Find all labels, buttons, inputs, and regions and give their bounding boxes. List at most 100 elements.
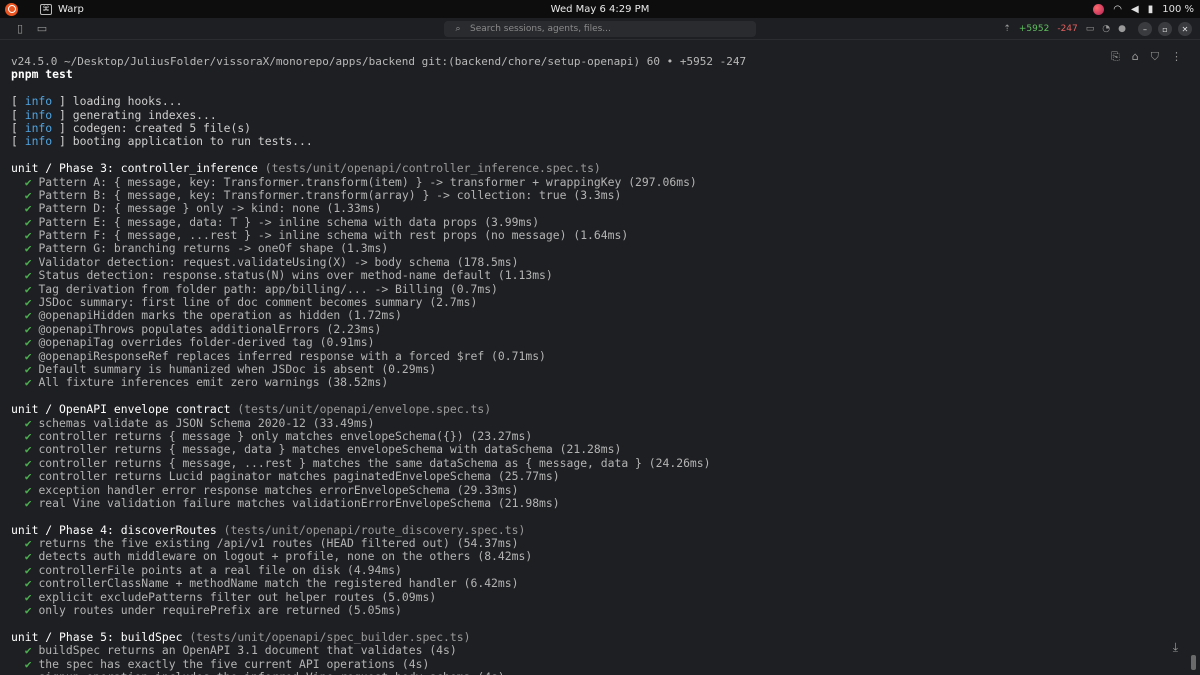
battery-level: 100 % [1162, 3, 1194, 15]
info-line: [ info ] loading hooks... [11, 94, 183, 109]
test-name: controller returns { message, data } mat… [38, 442, 622, 457]
check-icon: ✔ [24, 656, 32, 671]
scroll-to-bottom-icon[interactable]: ⤓ [1173, 640, 1178, 655]
test-name: detects auth middleware on logout + prof… [38, 549, 533, 564]
maximize-icon[interactable]: ▫ [1158, 22, 1172, 36]
test-row: ✔ Pattern F: { message, ...rest } -> inl… [11, 228, 746, 243]
test-name: controller returns { message, ...rest } … [38, 455, 711, 470]
shell-prompt: v24.5.0 ~/Desktop/JuliusFolder/vissoraX/… [11, 55, 747, 68]
close-icon[interactable]: ✕ [1178, 22, 1192, 36]
test-row: ✔ controller returns Lucid paginator mat… [11, 469, 746, 483]
check-icon: ✔ [24, 442, 32, 457]
scrollbar[interactable] [1191, 655, 1196, 670]
attach-icon[interactable]: ⎘ [1111, 50, 1120, 64]
command-line: pnpm test [11, 67, 73, 82]
system-tray[interactable]: ◠ ◀ ▮ 100 % [1093, 0, 1194, 18]
info-text: generating indexes... [72, 107, 217, 122]
test-name: @openapiTag overrides folder-derived tag… [38, 335, 375, 350]
diff-deletions[interactable]: -247 [1057, 24, 1077, 34]
check-icon: ✔ [24, 482, 32, 497]
test-row: ✔ Tag derivation from folder path: app/b… [11, 281, 746, 296]
bookmark-icon[interactable]: ⌂ [1132, 50, 1139, 64]
test-row: ✔ Pattern E: { message, data: T } -> inl… [11, 215, 746, 229]
test-name: real Vine validation failure matches val… [38, 495, 560, 510]
suite-file: (tests/unit/openapi/route_discovery.spec… [223, 522, 526, 537]
test-row: ✔ @openapiHidden marks the operation as … [11, 309, 746, 322]
app-name[interactable]: Warp [58, 4, 84, 15]
test-row: ✔ the spec has exactly the five current … [11, 656, 746, 671]
window-controls: – ▫ ✕ [1138, 22, 1192, 36]
test-row: ✔ only routes under requirePrefix are re… [11, 603, 746, 618]
test-name: explicit excludePatterns filter out help… [38, 589, 437, 604]
suite-file: (tests/unit/openapi/spec_builder.spec.ts… [189, 629, 471, 644]
check-icon: ✔ [24, 228, 32, 243]
test-row: ✔ Pattern G: branching returns -> oneOf … [11, 242, 746, 255]
search-input[interactable]: ⌕ Search sessions, agents, files... [444, 21, 756, 37]
info-line: [ info ] codegen: created 5 file(s) [11, 120, 252, 135]
account-avatar-icon[interactable] [1093, 3, 1105, 15]
wifi-icon[interactable]: ◠ [1113, 4, 1122, 15]
check-icon: ✔ [24, 562, 32, 577]
inbox-icon[interactable]: ▭ [1086, 24, 1095, 34]
test-name: Tag derivation from folder path: app/bil… [38, 281, 498, 296]
test-name: Pattern A: { message, key: Transformer.t… [38, 174, 697, 189]
check-icon: ✔ [24, 281, 32, 296]
more-options-icon[interactable]: ⋮ [1171, 50, 1182, 64]
ubuntu-logo-icon[interactable] [5, 2, 18, 16]
diff-additions[interactable]: +5952 [1019, 24, 1049, 34]
check-icon: ✔ [24, 187, 32, 202]
test-row: ✔ All fixture inferences emit zero warni… [11, 376, 746, 389]
test-name: exception handler error response matches… [38, 482, 519, 497]
test-name: @openapiThrows populates additionalError… [38, 321, 382, 336]
test-row: ✔ controller returns { message, data } m… [11, 443, 746, 456]
check-icon: ✔ [24, 428, 32, 443]
test-row: ✔ Validator detection: request.validateU… [11, 254, 746, 269]
info-tag: info [24, 107, 53, 122]
test-name: Default summary is humanized when JSDoc … [38, 361, 437, 376]
check-icon: ✔ [24, 549, 32, 564]
sidebar-toggle-icon[interactable]: ▯ [12, 22, 28, 35]
minimize-icon[interactable]: – [1138, 22, 1152, 36]
search-placeholder: Search sessions, agents, files... [470, 24, 611, 34]
test-name: controller returns { message } only matc… [38, 428, 533, 443]
test-name: @openapiHidden marks the operation as hi… [38, 308, 402, 323]
test-name: only routes under requirePrefix are retu… [38, 603, 402, 618]
check-icon: ✔ [24, 589, 32, 604]
test-row: ✔ Pattern A: { message, key: Transformer… [11, 174, 746, 189]
clock[interactable]: Wed May 6 4:29 PM [0, 4, 1200, 15]
filter-icon[interactable]: ⛉ [1151, 50, 1159, 64]
profile-icon[interactable]: ● [1118, 24, 1126, 34]
terminal-output: v24.5.0 ~/Desktop/JuliusFolder/vissoraX/… [11, 55, 746, 675]
test-name: @openapiResponseRef replaces inferred re… [38, 348, 546, 363]
check-icon: ✔ [24, 536, 32, 551]
test-row: ✔ JSDoc summary: first line of doc comme… [11, 295, 746, 310]
suite-title: unit / OpenAPI envelope contract [11, 402, 231, 417]
suite-header: unit / Phase 5: buildSpec (tests/unit/op… [11, 629, 746, 644]
test-row: ✔ exception handler error response match… [11, 482, 746, 497]
git-diff-icon[interactable]: ⇡ [1003, 24, 1011, 34]
test-name: Validator detection: request.validateUsi… [38, 254, 519, 269]
test-row: ✔ controller returns { message, ...rest … [11, 455, 746, 470]
terminal-pane[interactable]: v24.5.0 ~/Desktop/JuliusFolder/vissoraX/… [0, 41, 1200, 675]
test-row: ✔ @openapiTag overrides folder-derived t… [11, 336, 746, 349]
check-icon: ✔ [24, 335, 32, 350]
test-row: ✔ controller returns { message } only ma… [11, 428, 746, 443]
check-icon: ✔ [24, 254, 32, 269]
volume-icon[interactable]: ◀ [1131, 4, 1139, 15]
test-row: ✔ @openapiResponseRef replaces inferred … [11, 348, 746, 363]
test-row: ✔ controllerFile points at a real file o… [11, 562, 746, 577]
suite-title: unit / Phase 4: discoverRoutes [11, 522, 217, 537]
suite-title: unit / Phase 3: controller_inference [11, 161, 258, 176]
check-icon: ✔ [24, 361, 32, 376]
notifications-icon[interactable]: ◔ [1102, 24, 1110, 34]
info-tag: info [24, 94, 53, 109]
header-right-controls: ⇡ +5952 -247 ▭ ◔ ● – ▫ ✕ [1003, 18, 1192, 40]
check-icon: ✔ [24, 295, 32, 310]
block-actions: ⎘ ⌂ ⛉ ⋮ [1111, 50, 1182, 64]
warp-app-icon: ⌘ [40, 3, 52, 15]
battery-icon[interactable]: ▮ [1148, 4, 1154, 15]
check-icon: ✔ [24, 495, 32, 510]
tabs-layout-icon[interactable]: ▭ [34, 22, 50, 35]
